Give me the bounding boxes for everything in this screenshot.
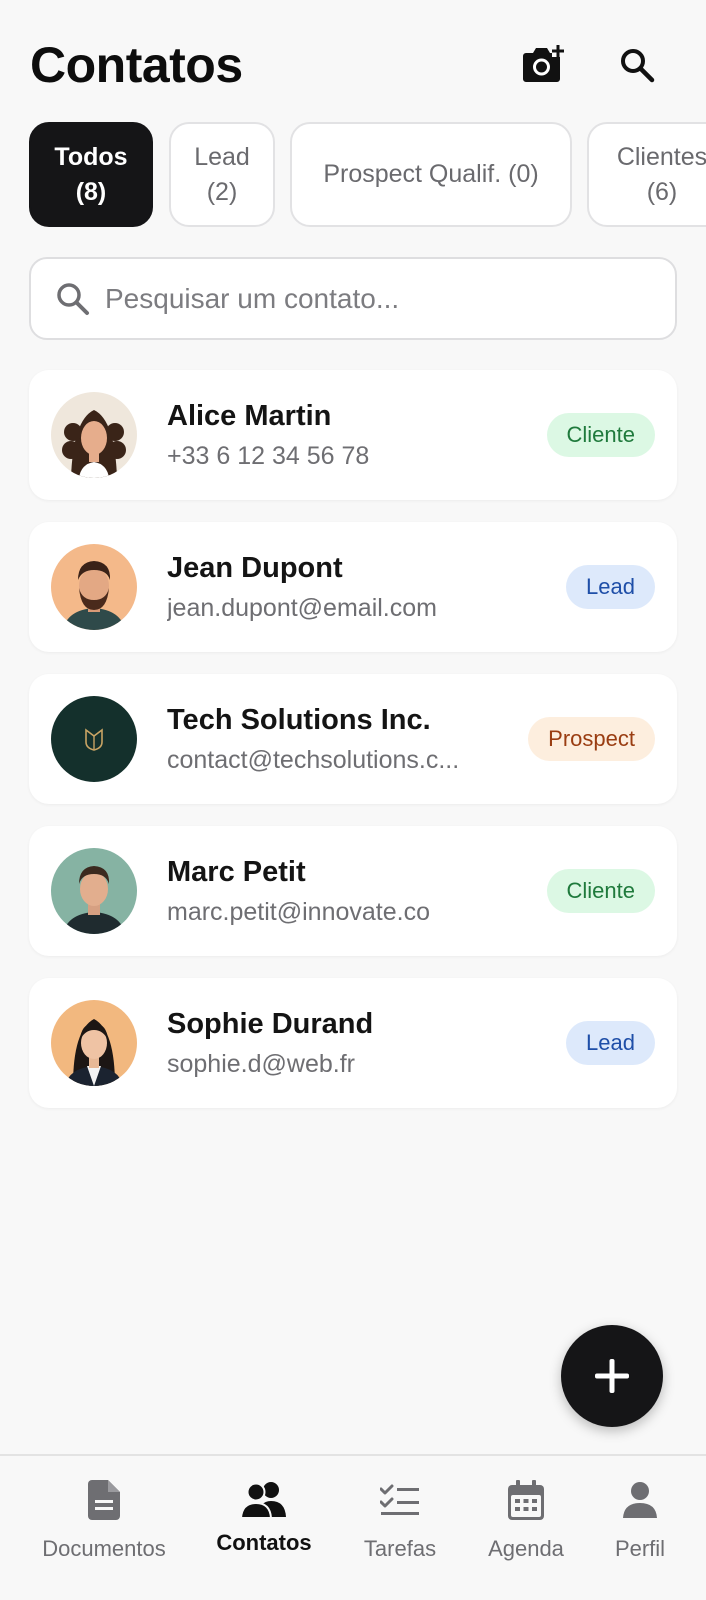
nav-item-documentos[interactable]: Documentos (24, 1456, 184, 1600)
status-badge: Cliente (546, 869, 655, 913)
search-bar (29, 257, 677, 340)
contact-detail: +33 6 12 34 56 78 (167, 442, 370, 470)
tasks-icon (380, 1478, 420, 1522)
nav-label: Documentos (42, 1536, 166, 1561)
contact-detail: contact@techsolutions.c... (167, 746, 460, 774)
search-input[interactable] (105, 282, 645, 315)
bottom-navigation: Documentos Contatos Tarefas Agenda Perfi… (0, 1454, 706, 1600)
contact-detail: sophie.d@web.fr (167, 1050, 355, 1078)
nav-label: Perfil (614, 1536, 666, 1561)
status-badge: Prospect (528, 717, 655, 761)
add-contact-button[interactable] (561, 1325, 663, 1427)
contact-name: Alice Martin (167, 400, 332, 432)
nav-label: Agenda (488, 1536, 564, 1561)
contact-card[interactable]: Tech Solutions Inc. contact@techsolution… (29, 674, 677, 804)
app-header: Contatos (0, 0, 706, 120)
nav-item-tarefas[interactable]: Tarefas (340, 1456, 460, 1600)
avatar (51, 848, 137, 934)
plus-icon (595, 1359, 629, 1393)
nav-label: Contatos (216, 1530, 312, 1555)
contact-name: Sophie Durand (167, 1008, 374, 1040)
camera-plus-icon[interactable] (519, 42, 565, 88)
contact-card[interactable]: Jean Dupont jean.dupont@email.com Lead (29, 522, 677, 652)
avatar (51, 544, 137, 630)
contact-card[interactable]: Marc Petit marc.petit@innovate.co Client… (29, 826, 677, 956)
nav-item-agenda[interactable]: Agenda (466, 1456, 586, 1600)
contact-detail: marc.petit@innovate.co (167, 898, 431, 926)
contact-name: Jean Dupont (167, 552, 343, 584)
contact-name: Marc Petit (167, 856, 306, 888)
contact-card[interactable]: Sophie Durand sophie.d@web.fr Lead (29, 978, 677, 1108)
contact-card[interactable]: Alice Martin +33 6 12 34 56 78 Cliente (29, 370, 677, 500)
filter-chip-lead[interactable]: Lead (2) (169, 122, 275, 227)
status-badge: Lead (566, 565, 655, 609)
calendar-icon (508, 1478, 544, 1522)
contact-detail: jean.dupont@email.com (167, 594, 437, 622)
search-icon (57, 282, 89, 315)
search-icon[interactable] (614, 42, 660, 88)
company-logo (51, 696, 137, 782)
filter-chip-prospect-qualif[interactable]: Prospect Qualif. (0) (290, 122, 572, 227)
status-badge: Lead (566, 1021, 655, 1065)
status-badge: Cliente (546, 413, 655, 457)
filter-chip-clientes[interactable]: Clientes (6) (587, 122, 706, 227)
avatar (51, 392, 137, 478)
contact-name: Tech Solutions Inc. (167, 704, 431, 736)
nav-item-perfil[interactable]: Perfil (600, 1456, 680, 1600)
profile-icon (623, 1478, 657, 1522)
page-title: Contatos (30, 37, 243, 93)
filter-chip-todos[interactable]: Todos (8) (29, 122, 153, 227)
filter-chips: Todos (8) Lead (2) Prospect Qualif. (0) … (0, 122, 706, 228)
avatar (51, 1000, 137, 1086)
contacts-icon (241, 1478, 287, 1522)
document-icon (88, 1478, 120, 1522)
nav-label: Tarefas (363, 1536, 437, 1561)
nav-item-contatos[interactable]: Contatos (204, 1456, 324, 1600)
